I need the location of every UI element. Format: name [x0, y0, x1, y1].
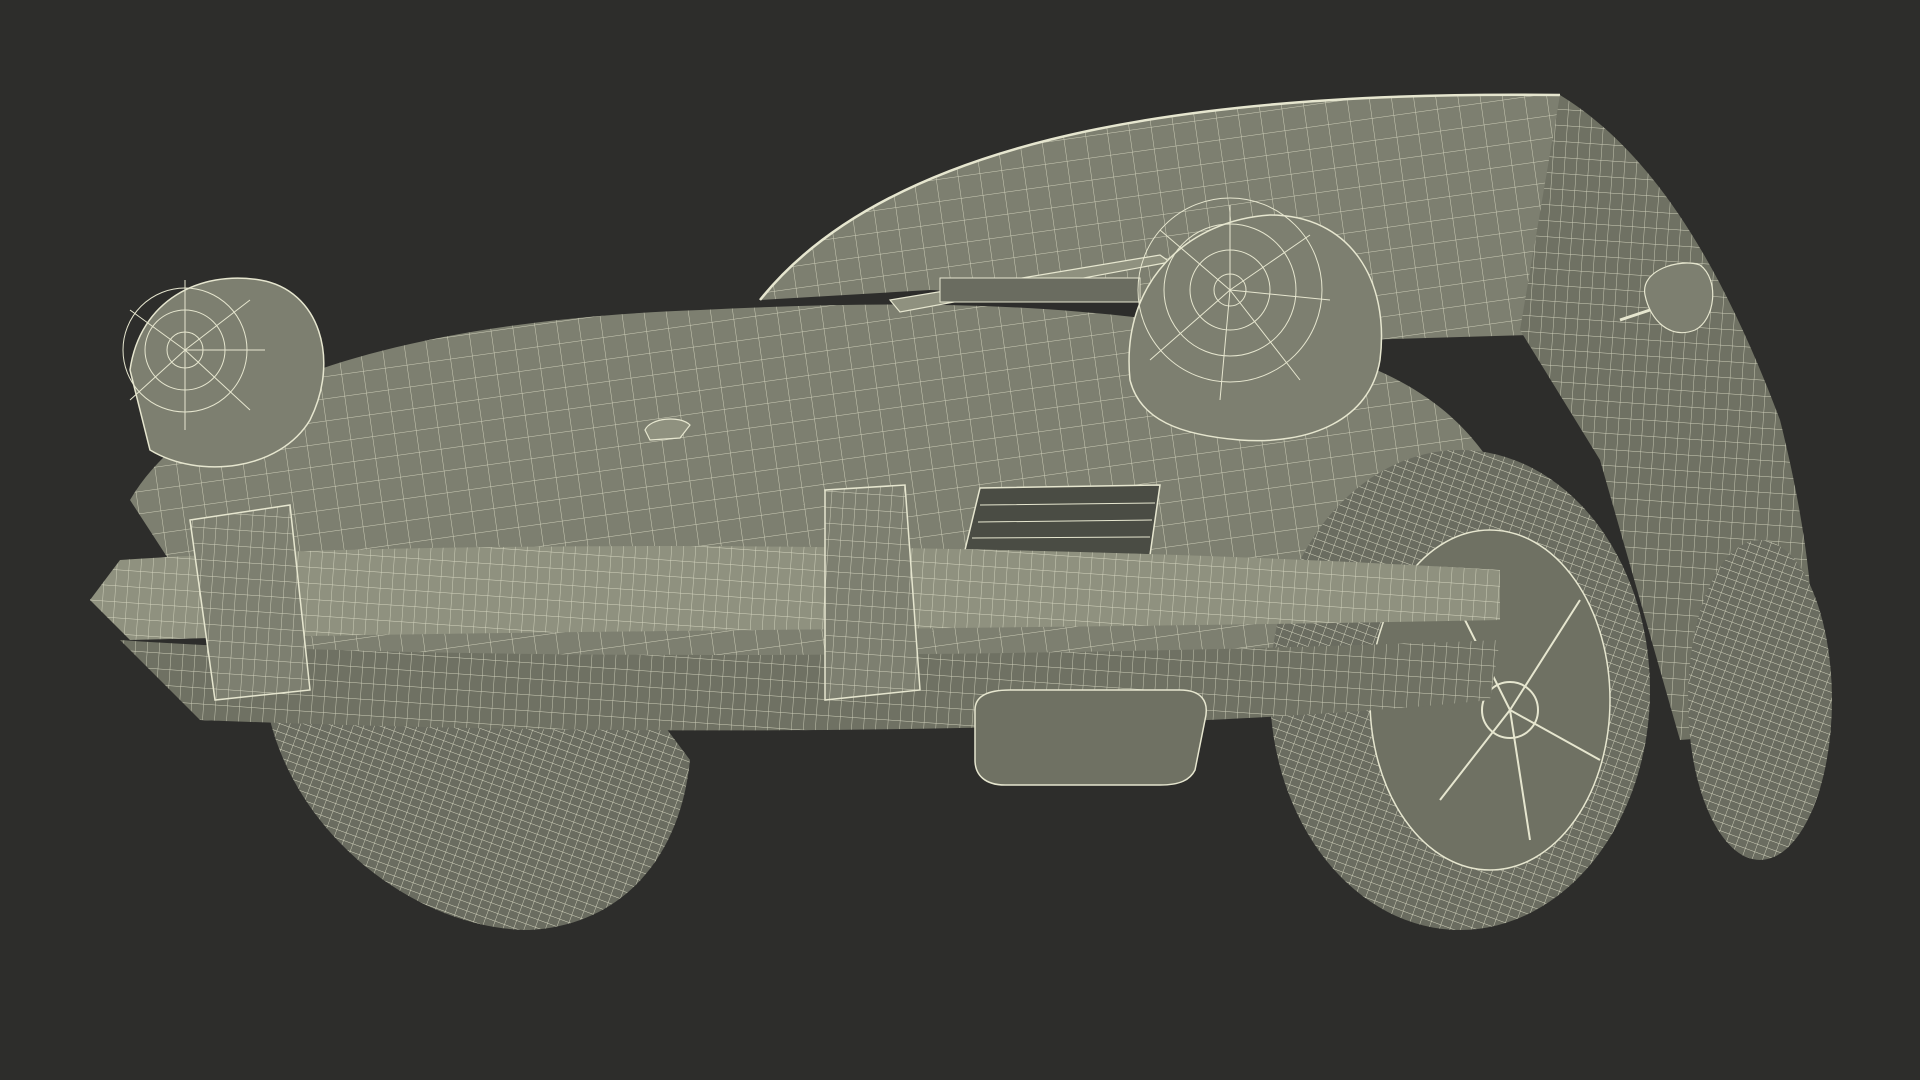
left-headlight [122, 277, 325, 468]
right-bumper-guard [824, 484, 921, 701]
rear-wheel [1688, 540, 1832, 860]
front-left-wheel [270, 720, 690, 930]
car-wireframe-render [90, 93, 1832, 930]
air-intake-vent [964, 484, 1161, 556]
render-viewport [0, 0, 1920, 1080]
license-plate-recess [974, 689, 1207, 786]
